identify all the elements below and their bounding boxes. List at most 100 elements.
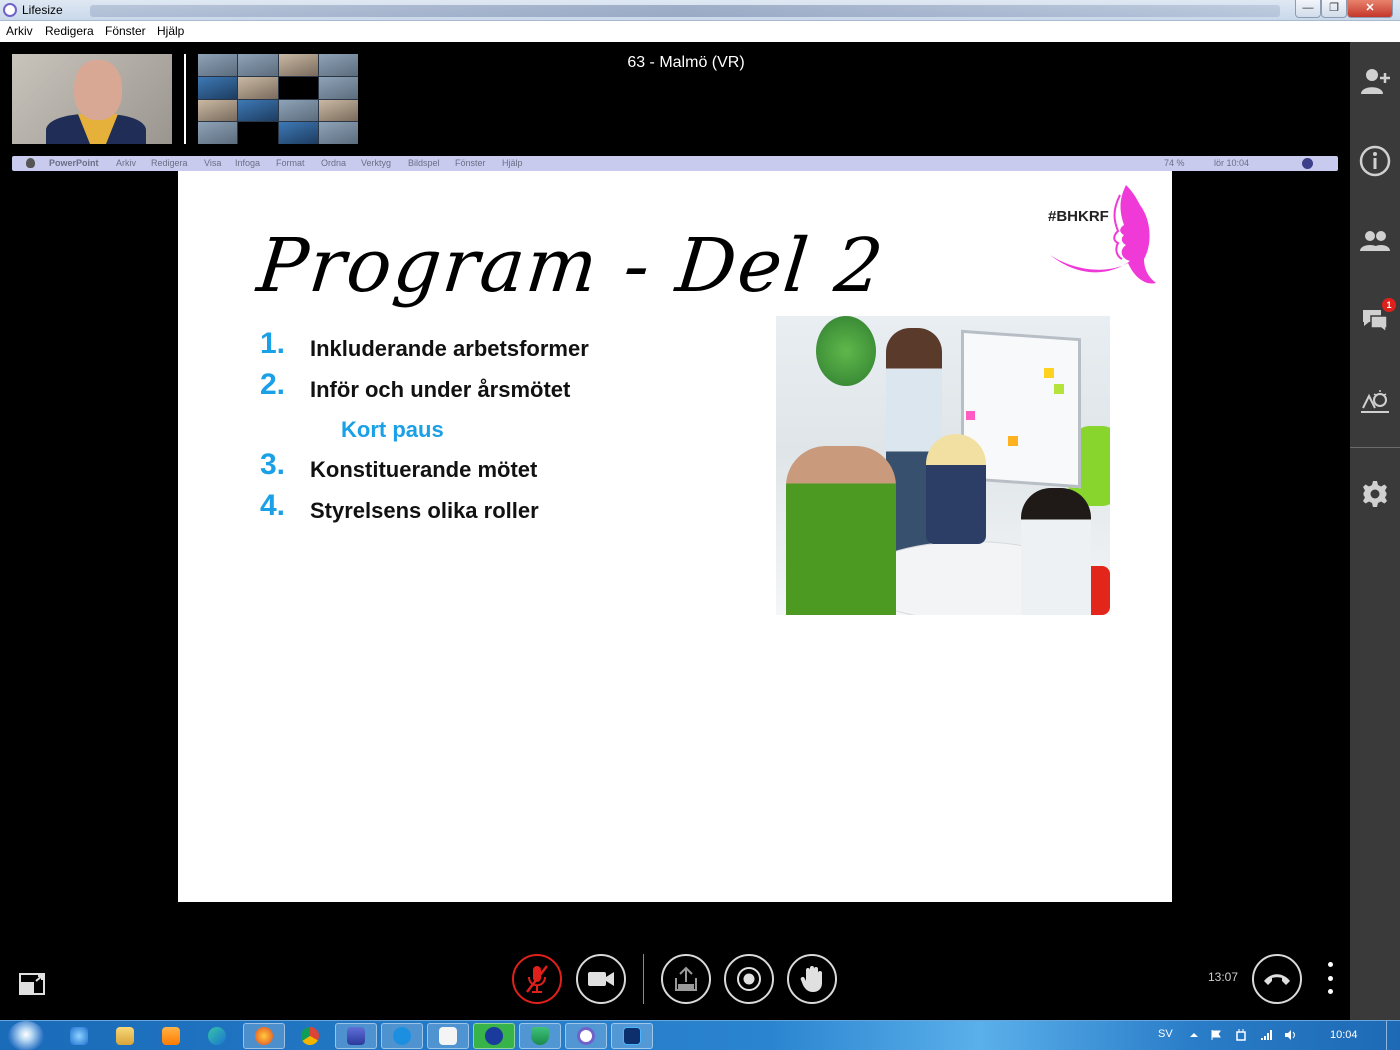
taskbar-skype-button[interactable] — [381, 1023, 423, 1049]
taskbar-security-button[interactable] — [519, 1023, 561, 1049]
taskbar-clock[interactable]: 10:04 — [1330, 1029, 1358, 1041]
camera-icon — [588, 972, 614, 986]
participants-gallery-video[interactable] — [198, 54, 358, 144]
taskbar-lifesize-button[interactable] — [565, 1023, 607, 1049]
shared-menu-item: Bildspel — [408, 158, 440, 168]
firefox-icon — [255, 1027, 273, 1045]
more-dot — [1327, 962, 1333, 967]
settings-button[interactable] — [1350, 469, 1400, 519]
raise-hand-icon — [800, 966, 822, 992]
chat-unread-badge: 1 — [1382, 298, 1396, 312]
info-icon — [1359, 145, 1391, 177]
settings-icon — [1363, 481, 1387, 507]
gallery-tile — [238, 122, 278, 144]
add-participant-icon — [1361, 69, 1390, 94]
volume-icon[interactable] — [1284, 1029, 1296, 1041]
hang-up-icon — [1264, 974, 1290, 985]
taskbar-malwarebytes-button[interactable] — [473, 1023, 515, 1049]
taskbar-explorer-button[interactable] — [104, 1023, 146, 1049]
taskbar-media-player-button[interactable] — [150, 1023, 192, 1049]
layout-icon — [19, 973, 45, 995]
taskbar-edge-button[interactable] — [196, 1023, 238, 1049]
photo-sticky-note — [1008, 436, 1018, 446]
skype-icon — [393, 1027, 411, 1045]
hang-up-button[interactable] — [1252, 954, 1302, 1004]
malwarebytes-icon — [485, 1027, 503, 1045]
shared-menu-item: Arkiv — [116, 158, 136, 168]
meeting-photo — [776, 316, 1110, 615]
lifesize-logo-icon — [3, 3, 17, 17]
show-desktop-button[interactable] — [1386, 1021, 1400, 1050]
photo-participant — [1021, 488, 1091, 615]
photo-participant — [926, 434, 986, 544]
gallery-tile — [318, 99, 358, 122]
chat-icon — [1363, 310, 1388, 334]
show-hidden-icons-icon[interactable] — [1188, 1029, 1200, 1041]
gallery-tile — [198, 76, 238, 99]
power-icon[interactable] — [1235, 1029, 1247, 1041]
mute-microphone-button[interactable] — [512, 954, 562, 1004]
floppy-icon — [347, 1027, 365, 1045]
meeting-title: 63 - Malmö (VR) — [627, 54, 745, 71]
share-screen-button[interactable] — [661, 954, 711, 1004]
participants-button[interactable] — [1350, 216, 1400, 266]
gallery-tile — [238, 54, 278, 76]
photo-participant — [786, 446, 896, 615]
menu-fonster[interactable]: Fönster — [105, 24, 146, 38]
window-title: Lifesize — [22, 3, 63, 17]
more-options-button[interactable] — [1320, 962, 1340, 994]
menu-redigera[interactable]: Redigera — [45, 24, 94, 38]
title-bar: Lifesize — ❐ ✕ — [0, 0, 1400, 21]
taskbar-chrome-button[interactable] — [289, 1023, 331, 1049]
record-button[interactable] — [724, 954, 774, 1004]
presentation-settings-button[interactable] — [1350, 376, 1400, 426]
gallery-tile — [278, 122, 318, 144]
close-button[interactable]: ✕ — [1347, 0, 1393, 18]
camera-button[interactable] — [576, 954, 626, 1004]
gallery-tile — [198, 122, 238, 144]
presentation-slide: Program - Del 2 #BHKRF 1. Inkluderande a… — [178, 171, 1172, 902]
input-language-indicator[interactable]: SV — [1158, 1028, 1173, 1040]
shared-menu-item: Verktyg — [361, 158, 392, 168]
info-button[interactable] — [1350, 136, 1400, 186]
maximize-button[interactable]: ❐ — [1321, 0, 1347, 18]
start-button[interactable] — [8, 1021, 44, 1050]
thumbnail-divider — [184, 54, 186, 144]
shared-menu-item: Hjälp — [502, 158, 523, 168]
shared-menu-item: Fönster — [455, 158, 486, 168]
agenda-number: 1. — [260, 327, 286, 360]
action-center-flag-icon[interactable] — [1210, 1029, 1222, 1041]
taskbar-notes-button[interactable] — [427, 1023, 469, 1049]
add-participant-button[interactable] — [1350, 56, 1400, 106]
raise-hand-button[interactable] — [787, 954, 837, 1004]
notes-icon — [439, 1027, 457, 1045]
taskbar-photoshop-button[interactable] — [611, 1023, 653, 1049]
layout-toggle-button[interactable] — [18, 972, 46, 996]
agenda-item: Inkluderande arbetsformer — [310, 336, 589, 361]
shared-menu-item: Ordna — [321, 158, 347, 168]
shared-menu-item: Infoga — [235, 158, 261, 168]
menu-bar: Arkiv Redigera Fönster Hjälp — [0, 21, 1400, 42]
gallery-tile — [238, 76, 278, 99]
gallery-tile — [238, 99, 278, 122]
right-sidebar: 1 — [1350, 42, 1400, 1020]
shared-battery-percent: 74 % — [1164, 158, 1185, 168]
agenda-item: Konstituerande mötet — [310, 457, 538, 482]
photo-plant — [816, 316, 876, 386]
menu-hjalp[interactable]: Hjälp — [157, 24, 184, 38]
shared-menu-item: Format — [276, 158, 305, 168]
taskbar-ie-button[interactable] — [58, 1023, 100, 1049]
gallery-tile — [318, 122, 358, 144]
taskbar-firefox-button[interactable] — [243, 1023, 285, 1049]
taskbar-save-app-button[interactable] — [335, 1023, 377, 1049]
menu-arkiv[interactable]: Arkiv — [6, 24, 33, 38]
self-view-video[interactable] — [12, 54, 172, 144]
minimize-button[interactable]: — — [1295, 0, 1321, 18]
agenda-number: 4. — [260, 489, 286, 522]
record-icon — [737, 967, 761, 991]
folder-icon — [116, 1027, 134, 1045]
participants-icon — [1360, 231, 1390, 251]
gallery-tile — [278, 76, 318, 99]
network-signal-icon[interactable] — [1260, 1029, 1272, 1041]
gallery-tile — [318, 76, 358, 99]
